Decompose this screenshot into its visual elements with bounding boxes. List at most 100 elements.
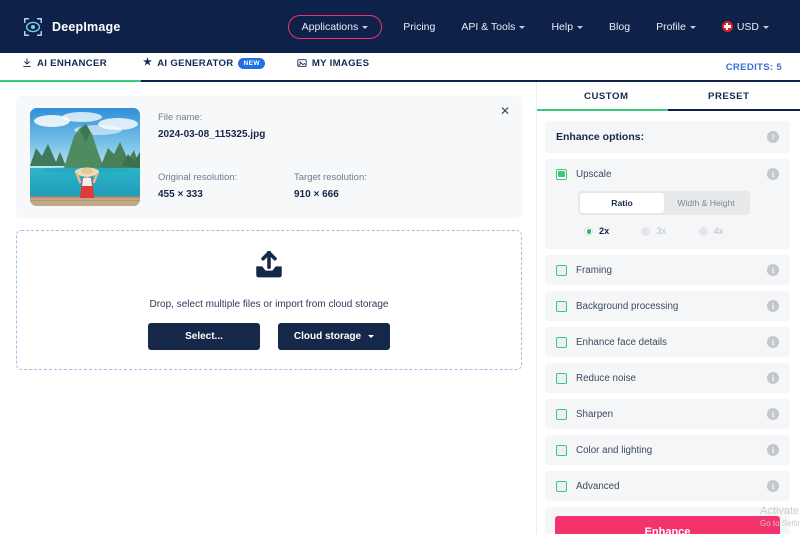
option-reduce-noise-label: Reduce noise [576, 373, 636, 384]
new-badge: NEW [238, 58, 264, 69]
option-color-and-lighting[interactable]: Color and lighting i [545, 435, 790, 465]
tab-ai-generator[interactable]: ★ AI GENERATOR NEW [141, 53, 295, 80]
nav-item-profile-label: Profile [656, 21, 686, 33]
ratio-option-4x[interactable]: 4x [699, 226, 756, 236]
cloud-storage-button[interactable]: Cloud storage [278, 323, 390, 350]
chevron-down-icon [368, 335, 374, 338]
tab-ai-enhancer[interactable]: AI ENHANCER [20, 53, 141, 80]
advanced-checkbox[interactable] [556, 481, 567, 492]
ratio-option-3x[interactable]: 3x [641, 226, 698, 236]
tab-my-images[interactable]: MY IMAGES [295, 53, 385, 80]
top-nav-items: Applications Pricing API & Tools Help Bl… [288, 15, 782, 39]
option-sharpen-label: Sharpen [576, 409, 613, 420]
upscale-mode-ratio[interactable]: Ratio [580, 193, 664, 213]
file-thumbnail[interactable] [30, 108, 140, 206]
nav-item-applications[interactable]: Applications [288, 15, 383, 39]
option-sharpen[interactable]: Sharpen i [545, 399, 790, 429]
ratio-option-3x-label: 3x [656, 226, 666, 236]
panel-tab-custom-label: CUSTOM [584, 91, 628, 102]
tab-ai-enhancer-label: AI ENHANCER [37, 58, 107, 69]
filename-value: 2024-03-08_115325.jpg [158, 129, 508, 140]
nav-item-blog-label: Blog [609, 21, 630, 33]
nav-item-help-label: Help [551, 21, 573, 33]
select-files-button[interactable]: Select... [148, 323, 260, 350]
tab-my-images-label: MY IMAGES [312, 58, 369, 69]
sharpen-checkbox[interactable] [556, 409, 567, 420]
target-resolution-block: Target resolution: 910 × 666 [294, 172, 430, 200]
background-processing-checkbox[interactable] [556, 301, 567, 312]
chevron-down-icon [362, 26, 368, 29]
filename-label: File name: [158, 112, 508, 123]
nav-item-blog[interactable]: Blog [596, 16, 643, 38]
enhance-options-panel: CUSTOM PRESET Enhance options: ? Upscale… [536, 82, 800, 534]
option-background-processing[interactable]: Background processing i [545, 291, 790, 321]
page-body: File name: 2024-03-08_115325.jpg Origina… [0, 82, 800, 534]
enhance-options-title: Enhance options: [556, 131, 644, 143]
option-framing[interactable]: Framing i [545, 255, 790, 285]
option-advanced[interactable]: Advanced i [545, 471, 790, 501]
resolution-row: Original resolution: 455 × 333 Target re… [158, 172, 508, 200]
info-icon[interactable]: i [767, 336, 779, 348]
nav-item-pricing[interactable]: Pricing [390, 16, 448, 38]
ratio-option-4x-label: 4x [714, 226, 724, 236]
enhance-button[interactable]: Enhance [555, 516, 780, 534]
original-resolution-value: 455 × 333 [158, 189, 294, 200]
panel-tabs: CUSTOM PRESET [537, 82, 800, 111]
enhance-face-details-checkbox[interactable] [556, 337, 567, 348]
nav-item-currency[interactable]: USD [709, 16, 782, 38]
original-resolution-label: Original resolution: [158, 172, 294, 183]
dropzone-buttons: Select... Cloud storage [148, 323, 390, 350]
cloud-storage-label: Cloud storage [294, 331, 361, 342]
nav-item-help[interactable]: Help [538, 16, 596, 38]
file-info: File name: 2024-03-08_115325.jpg Origina… [158, 108, 508, 206]
brand-logo-group[interactable]: DeepImage [22, 16, 121, 38]
option-color-and-lighting-label: Color and lighting [576, 445, 652, 456]
help-icon[interactable]: ? [767, 131, 779, 143]
file-dropzone[interactable]: Drop, select multiple files or import fr… [16, 230, 522, 370]
info-icon[interactable]: i [767, 444, 779, 456]
left-workspace: File name: 2024-03-08_115325.jpg Origina… [0, 82, 536, 534]
photo-icon [297, 58, 307, 68]
info-icon[interactable]: i [767, 372, 779, 384]
nav-item-api-tools[interactable]: API & Tools [448, 16, 538, 38]
option-upscale-label: Upscale [576, 169, 611, 180]
close-icon[interactable]: ✕ [500, 105, 510, 117]
framing-checkbox[interactable] [556, 265, 567, 276]
info-icon[interactable]: i [767, 300, 779, 312]
panel-tab-custom[interactable]: CUSTOM [545, 82, 668, 109]
option-enhance-face-details-label: Enhance face details [576, 337, 667, 348]
chevron-down-icon [519, 26, 525, 29]
original-resolution-block: Original resolution: 455 × 333 [158, 172, 294, 200]
upscale-mode-width-height[interactable]: Width & Height [664, 193, 748, 213]
info-icon[interactable]: i [767, 168, 779, 180]
reduce-noise-checkbox[interactable] [556, 373, 567, 384]
deepimage-app: DeepImage Applications Pricing API & Too… [0, 0, 800, 534]
option-enhance-face-details[interactable]: Enhance face details i [545, 327, 790, 357]
tab-ai-generator-label: AI GENERATOR [157, 58, 233, 69]
dropzone-text: Drop, select multiple files or import fr… [150, 299, 389, 310]
credits-counter[interactable]: CREDITS: 5 [726, 62, 782, 80]
nav-item-api-tools-label: API & Tools [461, 21, 515, 33]
info-icon[interactable]: i [767, 264, 779, 276]
upscale-mode-toggle: Ratio Width & Height [578, 191, 750, 215]
file-card: File name: 2024-03-08_115325.jpg Origina… [16, 96, 522, 218]
nav-item-profile[interactable]: Profile [643, 16, 709, 38]
upscale-mode-ratio-label: Ratio [611, 198, 632, 208]
upscale-checkbox[interactable] [556, 169, 567, 180]
panel-tab-preset-label: PRESET [708, 91, 749, 102]
info-icon[interactable]: i [767, 480, 779, 492]
eye-brackets-logo-icon [22, 16, 44, 38]
flag-icon [722, 21, 733, 32]
info-icon[interactable]: i [767, 408, 779, 420]
panel-tab-preset[interactable]: PRESET [668, 82, 791, 109]
option-reduce-noise[interactable]: Reduce noise i [545, 363, 790, 393]
chevron-down-icon [690, 26, 696, 29]
enhance-button-container: Enhance [545, 507, 790, 534]
color-and-lighting-checkbox[interactable] [556, 445, 567, 456]
option-framing-label: Framing [576, 265, 612, 276]
ratio-option-2x[interactable]: 2x [584, 226, 641, 236]
top-navigation-bar: DeepImage Applications Pricing API & Too… [0, 0, 800, 53]
option-advanced-label: Advanced [576, 481, 620, 492]
target-resolution-label: Target resolution: [294, 172, 430, 183]
select-files-label: Select... [185, 331, 223, 342]
